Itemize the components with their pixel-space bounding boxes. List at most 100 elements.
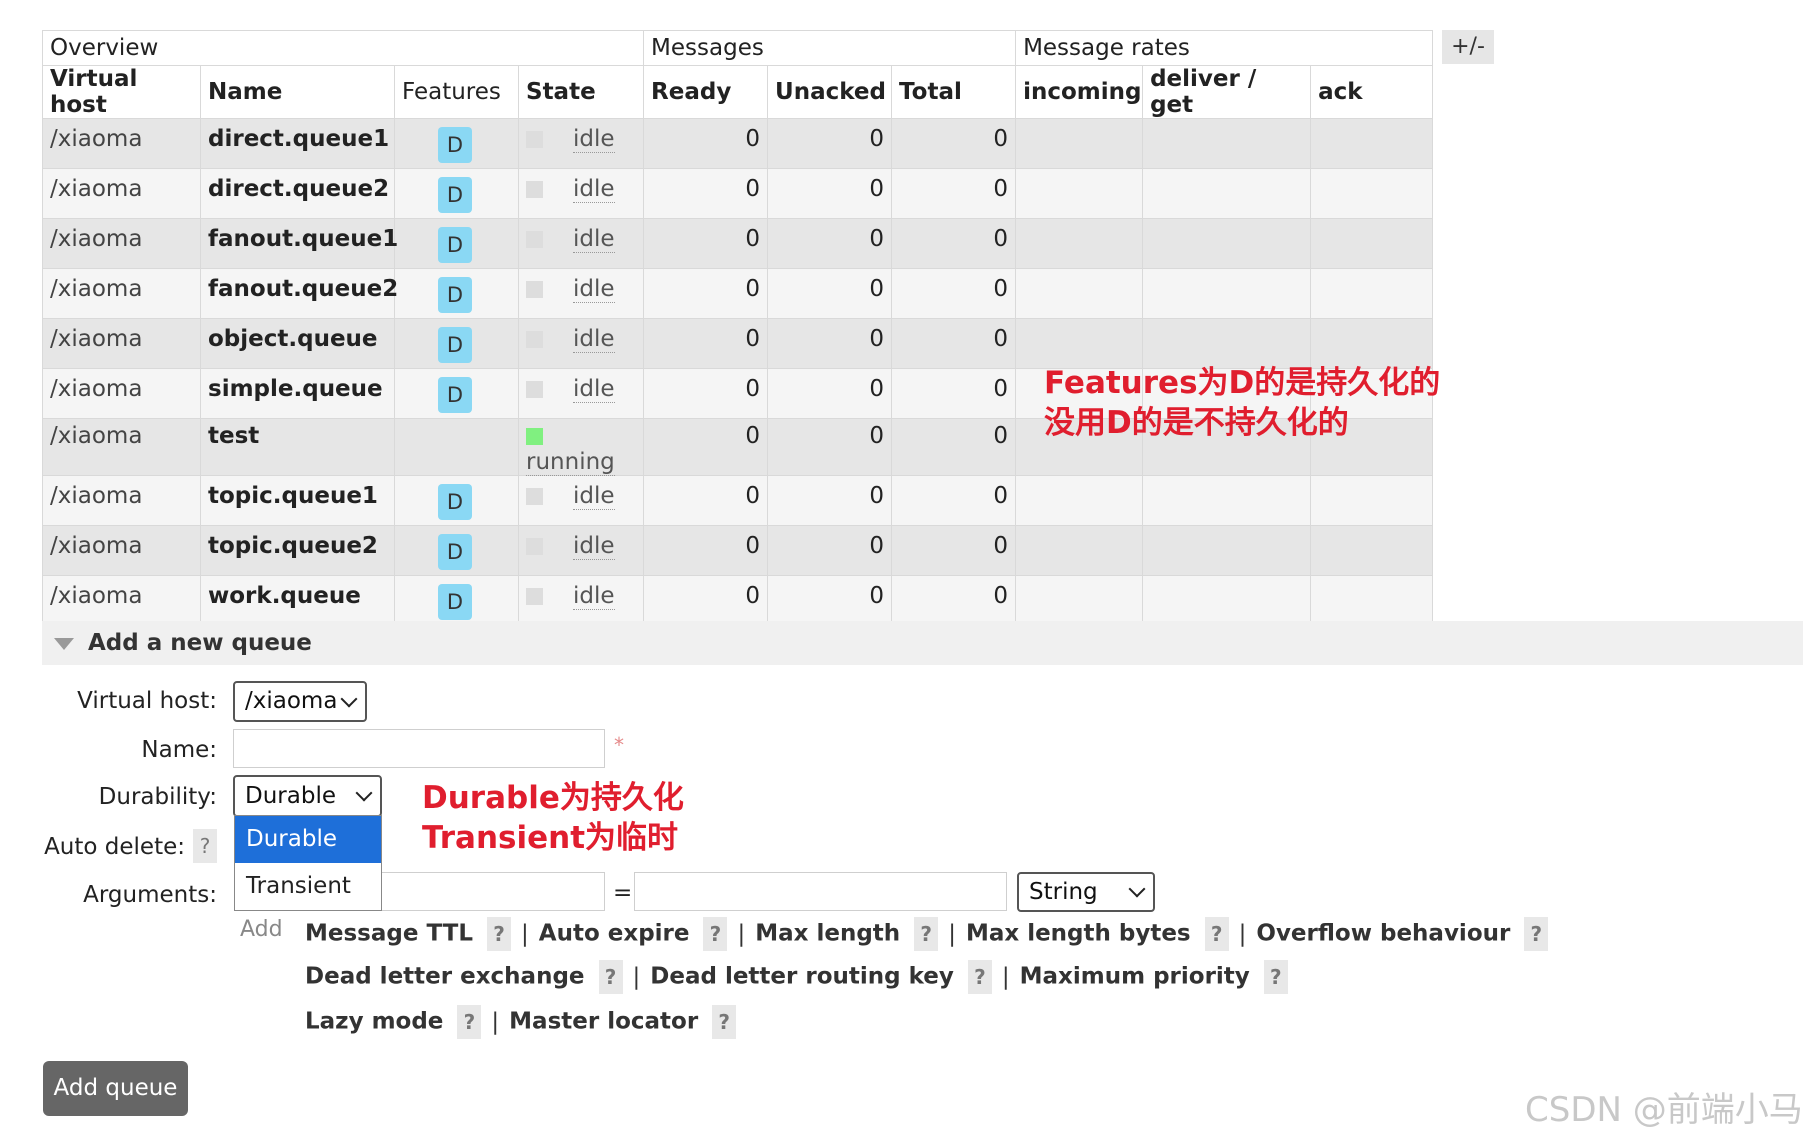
col-header-unacked[interactable]: Unacked <box>767 65 893 119</box>
state-cell: idle <box>517 218 645 269</box>
help-icon[interactable]: ? <box>487 917 512 951</box>
features-cell: D <box>394 318 519 369</box>
queue-name-link[interactable]: fanout.queue2 <box>200 268 398 319</box>
virtual-host-cell: /xiaoma <box>42 575 201 626</box>
help-icon[interactable]: ? <box>598 960 623 994</box>
help-icon[interactable]: ? <box>914 917 939 951</box>
queue-name-link[interactable]: direct.queue2 <box>200 168 395 219</box>
group-header-row: Overview Messages Message rates <box>41 30 1434 66</box>
incoming-rate-cell <box>1015 268 1144 319</box>
argument-link-max-length[interactable]: Max length <box>755 921 900 947</box>
column-header-row: Virtual host Name Features State Ready U… <box>42 65 1434 119</box>
col-header-state[interactable]: State <box>517 65 645 119</box>
argument-link-master-locator[interactable]: Master locator <box>509 1009 698 1035</box>
virtual-host-select-value: /xiaoma <box>245 688 338 714</box>
col-header-virtual-host[interactable]: Virtual host <box>42 65 201 119</box>
total-count: 0 <box>891 475 1017 526</box>
total-count: 0 <box>891 268 1017 319</box>
features-cell: D <box>394 525 519 576</box>
virtual-host-cell: /xiaoma <box>42 118 201 169</box>
state-indicator-icon <box>526 588 543 605</box>
state-cell: idle <box>517 168 645 219</box>
queue-name-link[interactable]: topic.queue2 <box>200 525 395 576</box>
virtual-host-cell: /xiaoma <box>42 318 201 369</box>
col-header-total[interactable]: Total <box>891 65 1017 119</box>
group-header-messages: Messages <box>643 30 1017 66</box>
unacked-count: 0 <box>767 318 893 369</box>
group-header-message-rates: Message rates <box>1015 30 1434 66</box>
argument-link-lazy-mode[interactable]: Lazy mode <box>305 1009 443 1035</box>
argument-type-select[interactable]: String <box>1017 872 1155 912</box>
unacked-count: 0 <box>767 218 893 269</box>
ready-count: 0 <box>643 575 769 626</box>
col-header-name[interactable]: Name <box>200 65 395 119</box>
durability-option-transient[interactable]: Transient <box>235 863 381 910</box>
deliver-get-rate-cell <box>1142 268 1312 319</box>
help-icon[interactable]: ? <box>1524 917 1549 951</box>
incoming-rate-cell <box>1015 218 1144 269</box>
help-icon[interactable]: ? <box>703 917 728 951</box>
durability-select[interactable]: Durable <box>233 775 382 817</box>
virtual-host-cell: /xiaoma <box>42 418 201 476</box>
total-count: 0 <box>891 318 1017 369</box>
col-header-deliver-get[interactable]: deliver / get <box>1142 65 1312 119</box>
add-queue-button[interactable]: Add queue <box>43 1061 188 1116</box>
link-separator: | <box>632 963 641 990</box>
unacked-count: 0 <box>767 575 893 626</box>
ready-count: 0 <box>643 218 769 269</box>
argument-value-input[interactable] <box>634 872 1007 911</box>
argument-link-dead-letter-routing-key[interactable]: Dead letter routing key <box>650 964 954 990</box>
queue-name-link[interactable]: fanout.queue1 <box>200 218 398 269</box>
state-label: idle <box>573 533 615 560</box>
argument-link-dead-letter-exchange[interactable]: Dead letter exchange <box>305 964 585 990</box>
unacked-count: 0 <box>767 118 893 169</box>
columns-toggle-button[interactable]: +/- <box>1442 30 1494 64</box>
link-separator: | <box>521 920 529 947</box>
arguments-label: Arguments: <box>83 882 217 908</box>
argument-link-maximum-priority[interactable]: Maximum priority <box>1020 964 1250 990</box>
virtual-host-select[interactable]: /xiaoma <box>233 681 367 722</box>
help-icon[interactable]: ? <box>1263 960 1288 994</box>
name-input[interactable] <box>233 729 605 768</box>
argument-link-overflow-behaviour[interactable]: Overflow behaviour <box>1256 921 1510 947</box>
col-header-ack[interactable]: ack <box>1310 65 1434 119</box>
durability-option-durable[interactable]: Durable <box>235 816 381 863</box>
col-header-ready[interactable]: Ready <box>643 65 769 119</box>
durability-dropdown-list: Durable Transient <box>234 815 382 911</box>
durability-select-value: Durable <box>245 783 336 809</box>
col-header-features: Features <box>394 65 519 119</box>
auto-delete-help-icon[interactable]: ? <box>193 829 217 863</box>
ack-rate-cell <box>1310 475 1434 526</box>
help-icon[interactable]: ? <box>967 960 992 994</box>
virtual-host-cell: /xiaoma <box>42 218 201 269</box>
ready-count: 0 <box>643 525 769 576</box>
state-indicator-icon <box>526 281 543 298</box>
help-icon[interactable]: ? <box>712 1005 737 1039</box>
queue-name-link[interactable]: test <box>200 418 395 476</box>
col-header-incoming[interactable]: incoming <box>1015 65 1144 119</box>
queue-name-link[interactable]: topic.queue1 <box>200 475 395 526</box>
argument-link-auto-expire[interactable]: Auto expire <box>539 921 690 947</box>
queue-name-link[interactable]: work.queue <box>200 575 395 626</box>
state-cell: idle <box>517 268 645 319</box>
help-icon[interactable]: ? <box>457 1005 482 1039</box>
argument-link-message-ttl[interactable]: Message TTL <box>305 921 473 947</box>
argument-key-input[interactable] <box>378 872 605 911</box>
features-annotation: Features为D的是持久化的 没用D的是不持久化的 <box>1044 363 1440 443</box>
queue-name-link[interactable]: simple.queue <box>200 368 395 419</box>
deliver-get-rate-cell <box>1142 318 1312 369</box>
help-icon[interactable]: ? <box>1204 917 1229 951</box>
virtual-host-label: Virtual host: <box>77 688 217 714</box>
durability-annotation: Durable为持久化 Transient为临时 <box>422 778 684 858</box>
collapse-triangle-icon <box>54 637 74 650</box>
unacked-count: 0 <box>767 368 893 419</box>
total-count: 0 <box>891 575 1017 626</box>
state-cell: running <box>517 418 645 476</box>
csdn-watermark: CSDN @前端小马 <box>1525 1090 1803 1130</box>
queue-name-link[interactable]: object.queue <box>200 318 395 369</box>
add-queue-section-header[interactable]: Add a new queue <box>42 621 1803 665</box>
queue-name-link[interactable]: direct.queue1 <box>200 118 395 169</box>
durability-annotation-line2: Transient为临时 <box>422 820 679 856</box>
add-argument-link[interactable]: Add <box>240 917 283 942</box>
argument-link-max-length-bytes[interactable]: Max length bytes <box>966 921 1191 947</box>
